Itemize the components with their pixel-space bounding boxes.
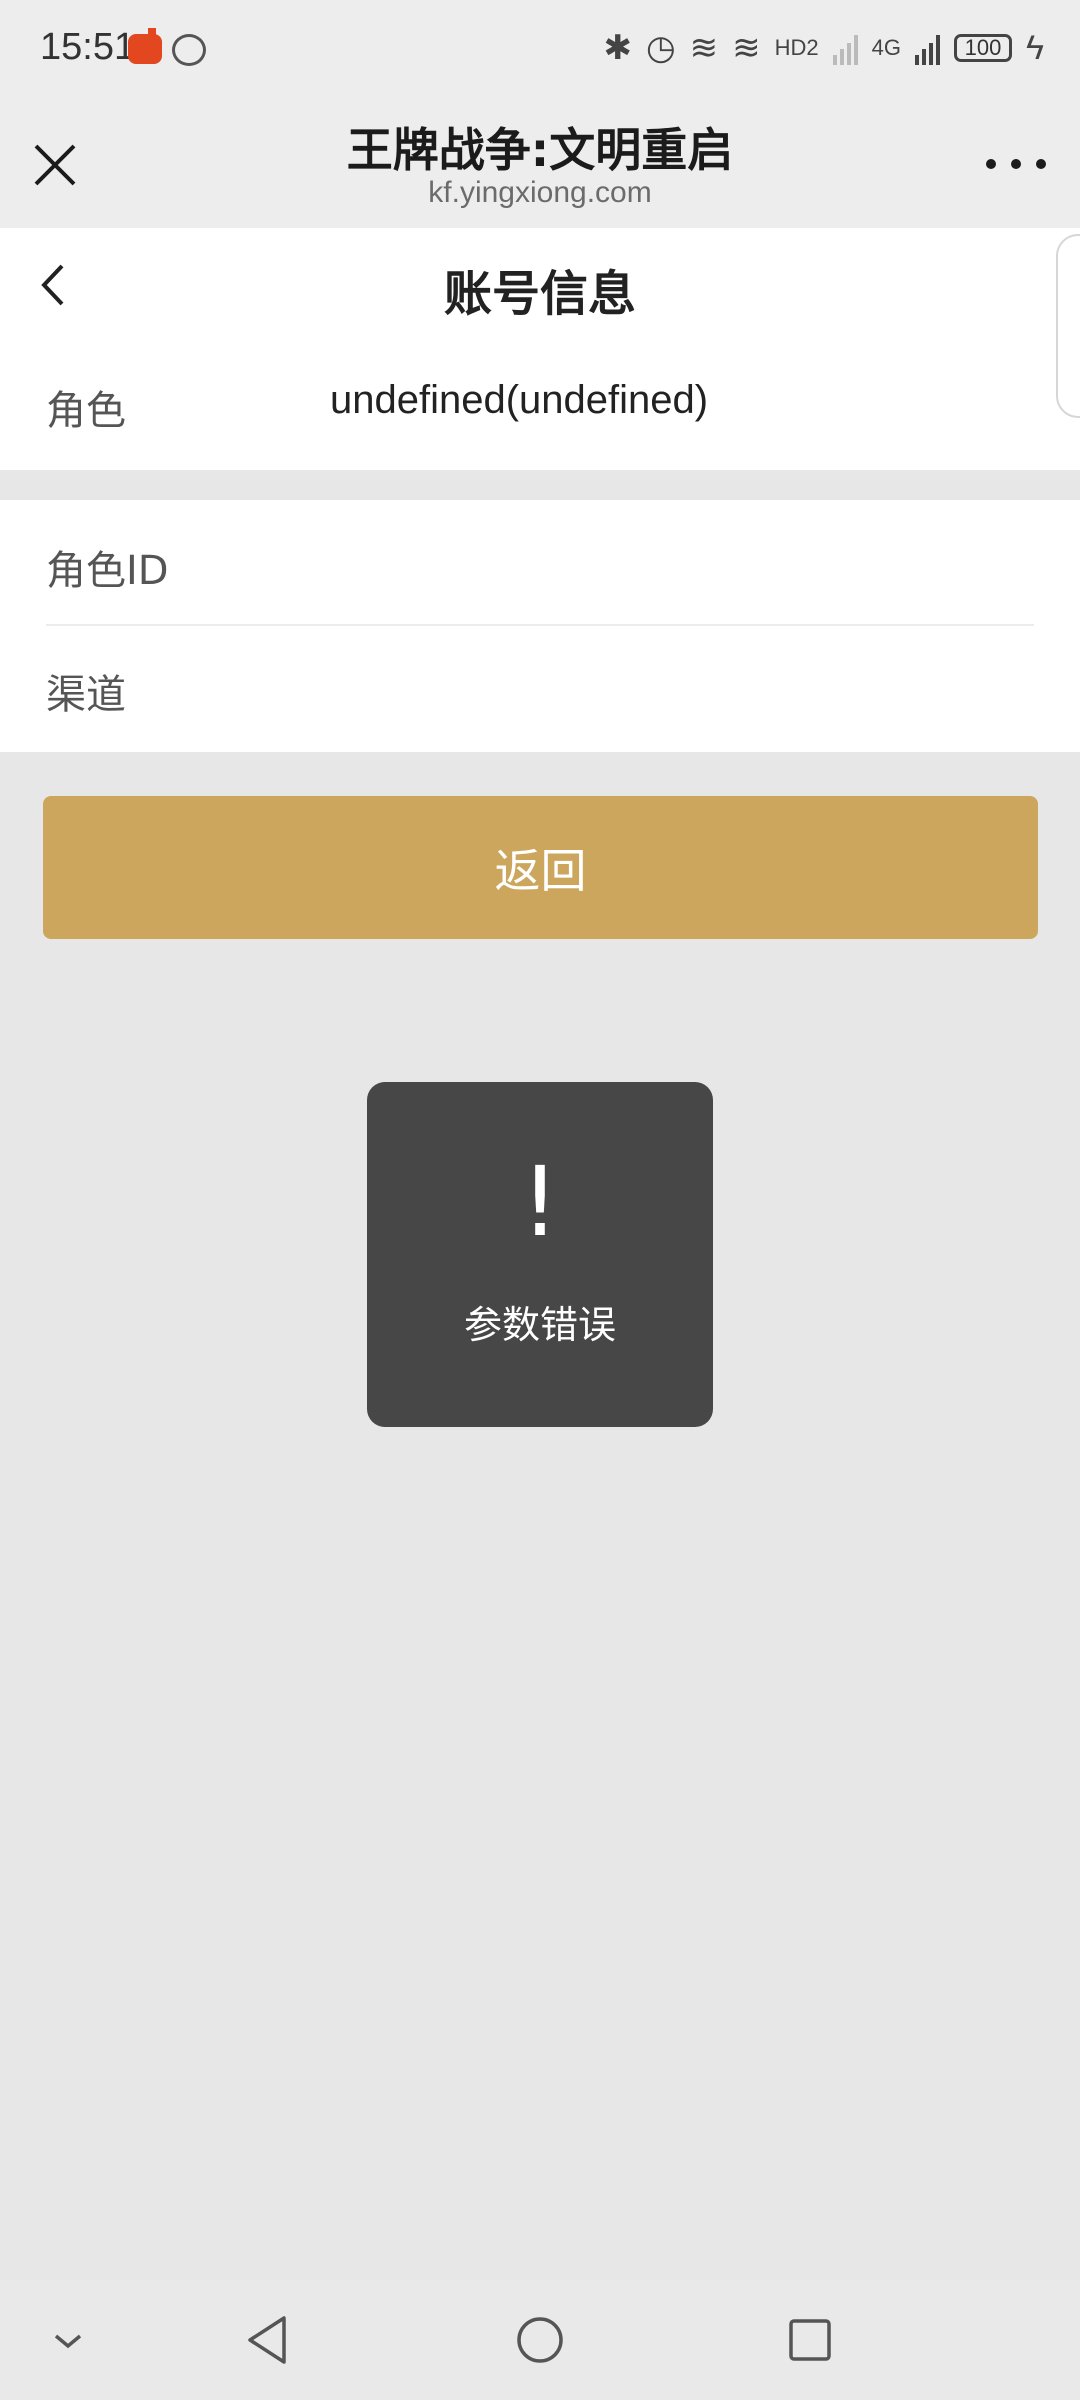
side-handle[interactable] xyxy=(1056,234,1080,418)
warning-icon: ! xyxy=(520,1146,560,1258)
status-bar: 15:51 ✱ ◷ ≋ ≋ HD2 4G 100 ϟ xyxy=(0,0,1080,100)
channel-label: 渠道 xyxy=(46,672,126,718)
more-icon-dot xyxy=(1011,159,1021,169)
charging-icon: ϟ xyxy=(1026,28,1044,67)
divider xyxy=(46,624,1034,626)
status-time: 15:51 xyxy=(40,26,136,68)
chevron-down-icon xyxy=(54,2334,82,2349)
page-title: 账号信息 xyxy=(443,266,636,322)
app-notification-icon xyxy=(128,28,162,64)
page-host-title: 王牌战争:文明重启 xyxy=(346,123,734,177)
error-toast: ! 参数错误 xyxy=(367,1082,713,1427)
role-id-label: 角色ID xyxy=(46,548,169,594)
more-icon-dot xyxy=(986,159,996,169)
signal-dim-icon xyxy=(832,31,858,65)
page-header: 账号信息 角色 undefined(undefined) xyxy=(0,228,1080,470)
square-recent-icon xyxy=(789,2319,831,2361)
bluetooth-icon: ✱ xyxy=(603,29,632,67)
system-nav-bar xyxy=(0,2280,1080,2400)
alarm-icon: ◷ xyxy=(645,29,676,67)
network-label: 4G xyxy=(871,35,901,60)
status-icons: ✱ ◷ ≋ ≋ HD2 4G 100 ϟ xyxy=(603,28,1044,68)
browser-header: 王牌战争:文明重启 kf.yingxiong.com xyxy=(0,100,1080,228)
account-info-card: 角色ID 渠道 xyxy=(0,500,1080,752)
toast-message: 参数错误 xyxy=(463,1303,616,1347)
more-button[interactable] xyxy=(986,154,1046,174)
more-icon-dot xyxy=(1036,159,1046,169)
nav-home-button[interactable] xyxy=(510,2310,570,2370)
nav-recent-button[interactable] xyxy=(780,2310,840,2370)
signal-icon xyxy=(915,31,940,65)
battery-icon: 100 xyxy=(954,34,1012,62)
hd-label: HD2 xyxy=(774,35,819,60)
circle-home-icon xyxy=(517,2317,563,2363)
page-host-url: kf.yingxiong.com xyxy=(428,176,652,209)
return-button[interactable]: 返回 xyxy=(43,796,1038,939)
triangle-back-icon xyxy=(248,2316,286,2364)
role-value: undefined(undefined) xyxy=(330,378,709,422)
wifi-secondary-icon: ≋ xyxy=(732,29,761,67)
chat-notification-icon xyxy=(172,34,206,66)
nav-back-button[interactable] xyxy=(240,2310,300,2370)
nav-collapse-button[interactable] xyxy=(38,2310,98,2370)
role-label: 角色 xyxy=(46,388,126,434)
wifi-icon: ≋ xyxy=(689,29,719,67)
